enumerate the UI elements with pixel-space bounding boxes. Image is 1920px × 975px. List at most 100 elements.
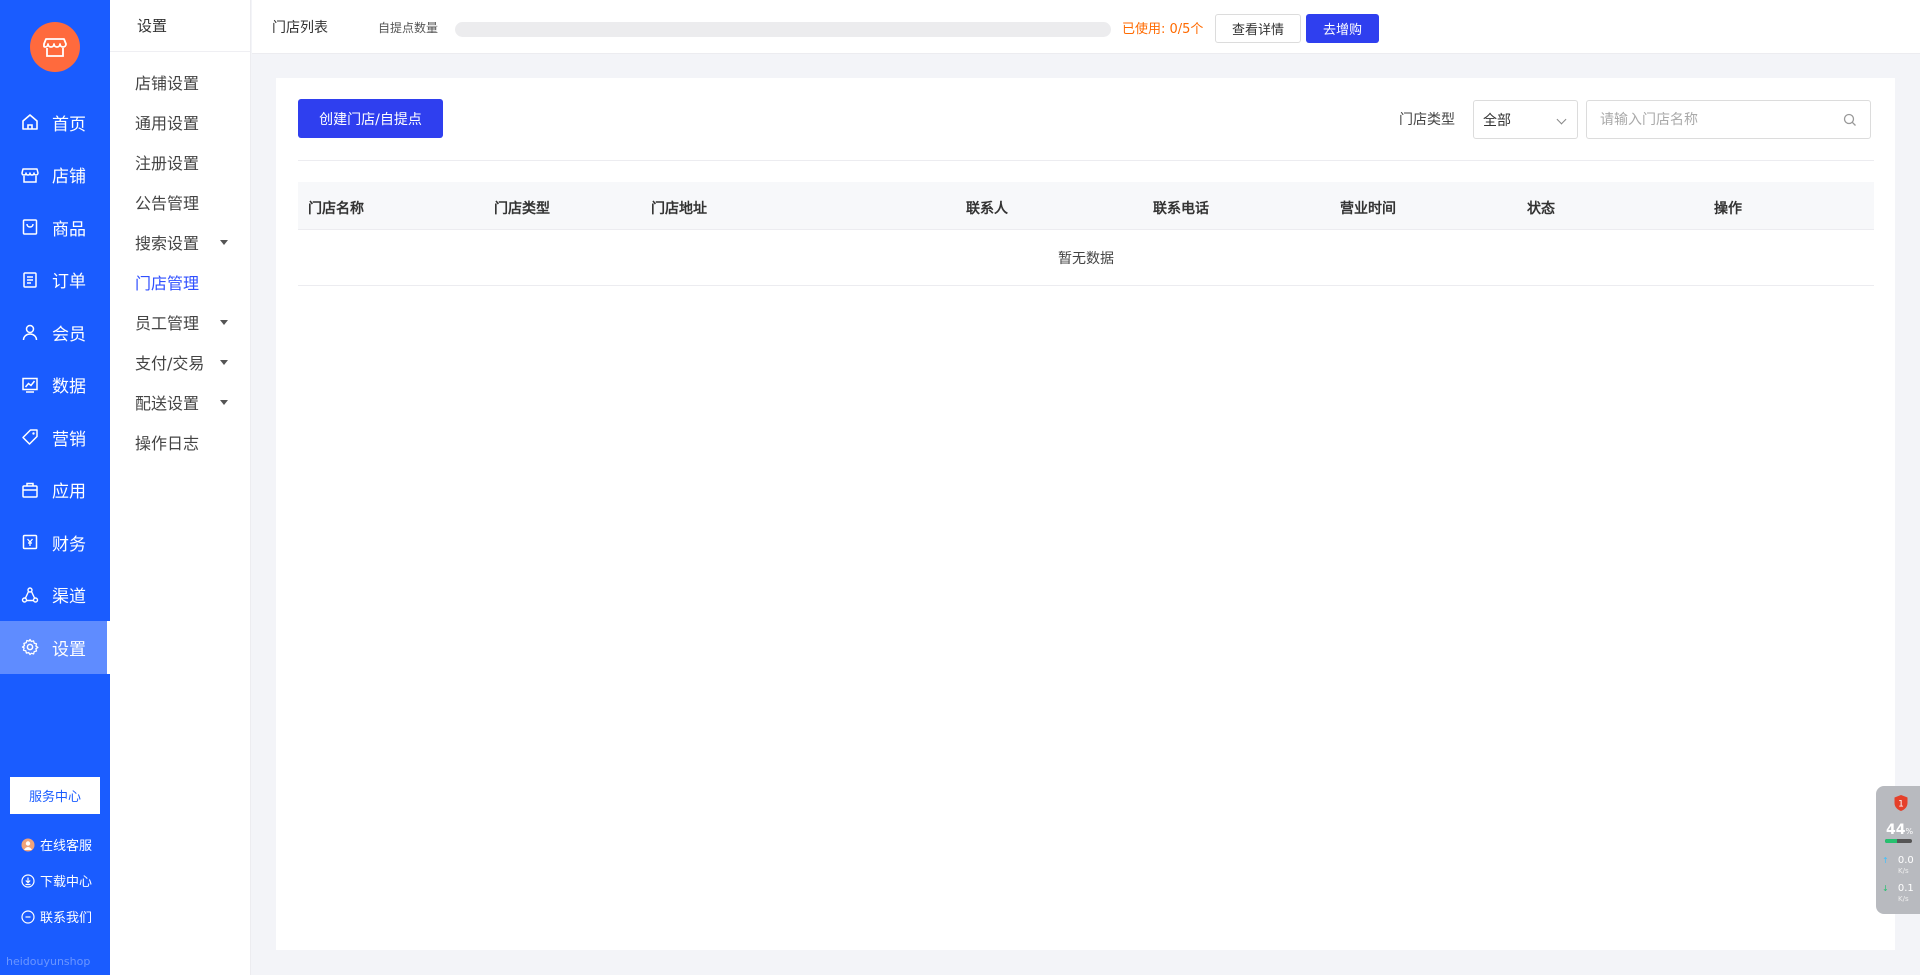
shop-logo-icon [43,38,67,57]
submenu-item-staff-management[interactable]: 员工管理 [110,302,250,342]
nav-items: 首页 店铺 商品 订单 会员 数据 营销 应用 财务 渠道 设置 [0,96,110,674]
page-title: 门店列表 [272,20,328,36]
percent-unit: % [1905,827,1914,836]
pickup-count-label: 自提点数量 [378,21,439,35]
store-logo[interactable] [30,22,80,72]
download-icon [20,873,36,889]
chevron-down-icon [1556,114,1567,125]
table-header: 门店名称 门店类型 门店地址 联系人 联系电话 营业时间 状态 操作 [298,182,1874,230]
submenu-item-operation-log[interactable]: 操作日志 [110,422,250,462]
nav-item-label: 渠道 [52,587,86,608]
store-type-label: 门店类型 [1399,112,1455,128]
nav-item-app[interactable]: 应用 [0,464,110,517]
divider [298,160,1874,161]
create-store-button[interactable]: 创建门店/自提点 [298,99,443,138]
app-icon [20,480,40,500]
online-service-link[interactable]: 在线客服 [20,835,92,854]
channel-icon [20,585,40,605]
submenu-item-general-settings[interactable]: 通用设置 [110,102,250,142]
avatar-icon [20,837,36,853]
network-monitor-widget[interactable]: 1 44% ↑ 0.0 K/s ↓ 0.1 K/s [1876,786,1920,914]
memory-percent: 44% [1886,822,1913,838]
store-type-value: 全部 [1483,112,1511,129]
nav-item-label: 会员 [52,324,86,345]
memory-usage-bar [1885,839,1912,843]
submenu-item-label: 公告管理 [135,194,200,213]
view-details-button[interactable]: 查看详情 [1215,14,1301,43]
store-search-box [1586,100,1871,139]
contact-us-label: 联系我们 [40,911,93,926]
store-table: 门店名称 门店类型 门店地址 联系人 联系电话 营业时间 状态 操作 暂无数据 [298,182,1874,286]
column-header-store-name: 门店名称 [308,201,364,217]
finance-icon [20,532,40,552]
submenu-item-delivery-settings[interactable]: 配送设置 [110,382,250,422]
upload-arrow-icon: ↑ [1882,856,1889,865]
nav-item-member[interactable]: 会员 [0,306,110,359]
nav-item-settings[interactable]: 设置 [0,621,110,674]
online-service-label: 在线客服 [40,839,93,854]
search-icon[interactable] [1842,112,1858,128]
submenu-item-label: 配送设置 [135,394,200,413]
store-search-input[interactable] [1587,101,1827,138]
percent-value: 44 [1886,822,1906,838]
nav-item-finance[interactable]: 财务 [0,516,110,569]
column-header-address: 门店地址 [651,201,707,217]
settings-submenu: 设置 店铺设置 通用设置 注册设置 公告管理 搜索设置 门店管理 员工管理 支付… [110,0,251,975]
caret-down-icon [220,400,228,405]
download-unit: K/s [1898,895,1909,903]
brand-watermark: heidouyunshop [6,955,91,968]
submenu-item-search-settings[interactable]: 搜索设置 [110,222,250,262]
upload-speed: ↑ 0.0 K/s [1882,856,1914,876]
contact-us-link[interactable]: 联系我们 [20,907,92,926]
download-center-link[interactable]: 下载中心 [20,871,92,890]
upload-unit: K/s [1898,867,1909,875]
submenu-item-label: 支付/交易 [135,354,205,373]
caret-down-icon [220,360,228,365]
shield-badge-count: 1 [1898,800,1904,810]
nav-item-label: 首页 [52,114,86,135]
column-header-store-type: 门店类型 [494,201,550,217]
submenu-item-payment[interactable]: 支付/交易 [110,342,250,382]
primary-nav: 首页 店铺 商品 订单 会员 数据 营销 应用 财务 渠道 设置 服务中心 在线… [0,0,110,975]
submenu-list: 店铺设置 通用设置 注册设置 公告管理 搜索设置 门店管理 员工管理 支付/交易… [110,52,250,462]
nav-item-home[interactable]: 首页 [0,96,110,149]
pickup-usage-progress [455,22,1111,37]
submenu-item-register-settings[interactable]: 注册设置 [110,142,250,182]
memory-usage-fill [1885,839,1897,843]
top-bar: 门店列表 自提点数量 已使用: 0/5个 查看详情 去增购 [252,0,1920,54]
column-header-phone: 联系电话 [1153,201,1209,217]
nav-item-label: 应用 [52,482,86,503]
nav-item-label: 财务 [52,534,86,555]
nav-item-data[interactable]: 数据 [0,359,110,412]
nav-item-label: 数据 [52,377,86,398]
submenu-item-label: 店铺设置 [135,74,200,93]
submenu-item-shop-settings[interactable]: 店铺设置 [110,62,250,102]
nav-item-goods[interactable]: 商品 [0,201,110,254]
goods-icon [20,217,40,237]
column-header-actions: 操作 [1714,201,1742,217]
nav-item-marketing[interactable]: 营销 [0,411,110,464]
empty-state: 暂无数据 [298,230,1874,286]
submenu-item-store-management[interactable]: 门店管理 [110,262,250,302]
nav-item-store[interactable]: 店铺 [0,149,110,202]
store-icon [20,165,40,185]
submenu-item-announcements[interactable]: 公告管理 [110,182,250,222]
nav-item-label: 商品 [52,219,86,240]
order-icon [20,270,40,290]
usage-text: 已使用: 0/5个 [1122,22,1204,37]
nav-item-order[interactable]: 订单 [0,254,110,307]
download-value: 0.1 [1897,883,1914,894]
nav-item-label: 设置 [52,639,86,660]
submenu-item-label: 通用设置 [135,114,200,133]
upload-value: 0.0 [1897,855,1914,866]
submenu-title: 设置 [110,0,250,52]
download-speed: ↓ 0.1 K/s [1882,884,1914,904]
store-type-select[interactable]: 全部 [1473,100,1578,139]
caret-down-icon [220,240,228,245]
chat-icon [20,909,36,925]
nav-item-channel[interactable]: 渠道 [0,569,110,622]
nav-item-label: 营销 [52,429,86,450]
buy-more-button[interactable]: 去增购 [1306,14,1379,43]
nav-item-label: 店铺 [52,167,86,188]
service-center-button[interactable]: 服务中心 [10,777,100,814]
